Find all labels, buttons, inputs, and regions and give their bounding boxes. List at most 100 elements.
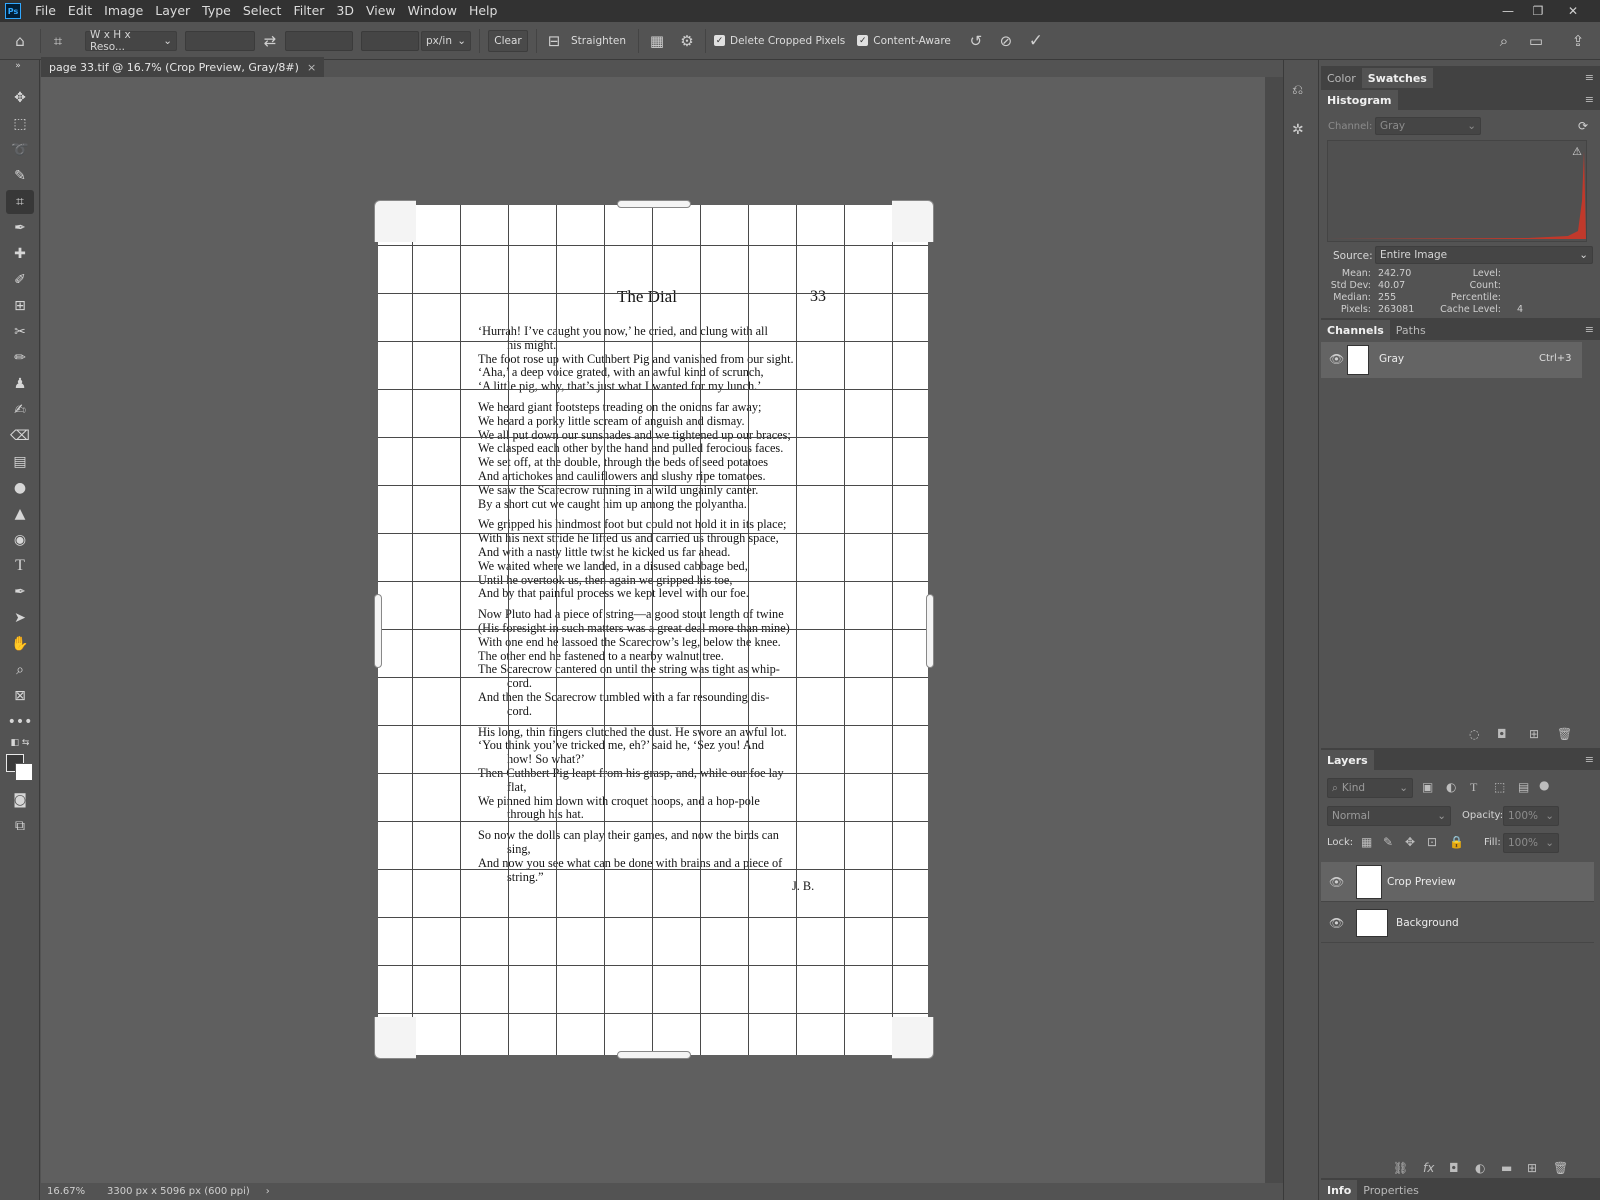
delete-channel-icon[interactable]: 🗑	[1557, 727, 1572, 741]
menu-select[interactable]: Select	[237, 0, 288, 22]
fill-input[interactable]: 100% ⌄	[1503, 833, 1559, 853]
units-dropdown[interactable]: px/in ⌄	[421, 30, 471, 51]
art-brush-tool-icon[interactable]: ✍	[6, 398, 34, 422]
panel-menu-icon[interactable]: ≡	[1585, 323, 1594, 336]
pencil-tool-icon[interactable]: ✏	[6, 346, 34, 370]
reset-crop-icon[interactable]: ↺	[961, 32, 991, 50]
gear-icon[interactable]: ⚙	[673, 32, 701, 50]
marquee-tool-icon[interactable]: ⬚	[6, 112, 34, 136]
lock-artboard-icon[interactable]: ⊡	[1427, 835, 1437, 849]
tab-channels[interactable]: Channels	[1321, 320, 1390, 340]
restore-icon[interactable]: ❐	[1523, 0, 1553, 22]
swap-icon[interactable]: ⇄	[255, 32, 285, 50]
delete-cropped-pixels-checkbox[interactable]: ✓ Delete Cropped Pixels	[714, 35, 845, 47]
dodge-tool-icon[interactable]: ◉	[6, 528, 34, 552]
ratio-dropdown[interactable]: W x H x Reso... ⌄	[85, 29, 177, 53]
panel-menu-icon[interactable]: ≡	[1585, 753, 1594, 766]
tab-swatches[interactable]: Swatches	[1361, 68, 1433, 88]
background-color-swatch[interactable]	[15, 763, 33, 781]
close-tab-icon[interactable]: ×	[307, 61, 316, 74]
layer-row-crop-preview[interactable]: 👁 Crop Preview	[1321, 862, 1594, 902]
default-colors-icon[interactable]: ◧ ⇆	[6, 736, 34, 750]
path-selection-tool-icon[interactable]: ➤	[6, 606, 34, 630]
sharpen-tool-icon[interactable]: ▲	[6, 502, 34, 526]
type-tool-icon[interactable]: T	[6, 554, 34, 578]
crop-handle-left[interactable]	[374, 594, 382, 668]
lock-pixels-icon[interactable]: ✎	[1383, 835, 1393, 849]
layer-row-background[interactable]: 👁 Background	[1321, 903, 1594, 943]
visibility-eye-icon[interactable]: 👁	[1329, 875, 1344, 889]
new-group-icon[interactable]: ▬	[1501, 1161, 1512, 1175]
crop-tool-preset-icon[interactable]: ⌗	[41, 32, 75, 50]
healing-brush-tool-icon[interactable]: ✚	[6, 242, 34, 266]
quick-selection-tool-icon[interactable]: ✎	[6, 164, 34, 188]
menu-type[interactable]: Type	[196, 0, 237, 22]
expand-toolbar-icon[interactable]: »	[4, 60, 32, 72]
straighten-icon[interactable]: ⊟	[541, 32, 567, 50]
new-channel-icon[interactable]: ⊞	[1529, 727, 1539, 741]
new-layer-icon[interactable]: ⊞	[1527, 1161, 1537, 1175]
type-layer-filter-icon[interactable]: T	[1470, 780, 1477, 795]
opacity-input[interactable]: 100% ⌄	[1503, 806, 1559, 826]
pixel-layer-filter-icon[interactable]: ▣	[1422, 780, 1433, 794]
blur-tool-icon[interactable]: ●	[6, 476, 34, 500]
crop-width-input[interactable]	[185, 30, 255, 51]
save-selection-icon[interactable]: ◘	[1497, 727, 1507, 741]
tab-properties[interactable]: Properties	[1357, 1180, 1425, 1200]
adjustment-layer-filter-icon[interactable]: ◐	[1446, 780, 1456, 794]
visibility-eye-icon[interactable]: 👁	[1329, 352, 1344, 366]
crop-handle-top-left[interactable]	[374, 200, 416, 242]
adjustment-layer-icon[interactable]: ◐	[1475, 1161, 1485, 1175]
crop-handle-top[interactable]	[617, 200, 691, 208]
clone-stamp-tool-icon[interactable]: ⊞	[6, 294, 34, 318]
panel-menu-icon[interactable]: ≡	[1585, 93, 1594, 106]
search-icon[interactable]: ⌕	[1494, 32, 1514, 50]
straighten-label[interactable]: Straighten	[571, 35, 626, 47]
more-tools-icon[interactable]: •••	[6, 710, 34, 734]
lock-all-icon[interactable]: 🔒	[1449, 835, 1464, 849]
menu-edit[interactable]: Edit	[62, 0, 98, 22]
workspace-icon[interactable]: ▭	[1526, 32, 1546, 50]
shape-layer-filter-icon[interactable]: ⬚	[1494, 780, 1505, 794]
menu-layer[interactable]: Layer	[149, 0, 196, 22]
layer-filter-kind-dropdown[interactable]: ⌕ Kind ⌄	[1327, 778, 1413, 798]
close-icon[interactable]: ✕	[1558, 0, 1588, 22]
visibility-eye-icon[interactable]: 👁	[1329, 916, 1344, 930]
tab-info[interactable]: Info	[1321, 1180, 1358, 1200]
navigator-panel-icon[interactable]: ✲	[1292, 122, 1304, 138]
layer-name[interactable]: Background	[1396, 917, 1459, 929]
layer-style-icon[interactable]: fx	[1423, 1161, 1434, 1175]
smart-object-filter-icon[interactable]: ▤	[1518, 780, 1529, 794]
zoom-level[interactable]: 16.67%	[41, 1186, 97, 1197]
menu-window[interactable]: Window	[402, 0, 463, 22]
document-tab[interactable]: page 33.tif @ 16.7% (Crop Preview, Gray/…	[41, 57, 325, 77]
clear-button[interactable]: Clear	[488, 29, 528, 52]
history-panel-icon[interactable]: ⎌	[1292, 82, 1303, 98]
share-icon[interactable]: ⇪	[1568, 32, 1588, 50]
channel-row-gray[interactable]: 👁 Gray Ctrl+3	[1321, 342, 1582, 378]
tab-histogram[interactable]: Histogram	[1321, 90, 1398, 110]
refresh-icon[interactable]: ⟳	[1578, 119, 1588, 133]
filter-toggle-icon[interactable]: ●	[1539, 778, 1549, 792]
overlay-grid-icon[interactable]: ▦	[643, 32, 671, 50]
load-selection-icon[interactable]: ◌	[1469, 727, 1479, 741]
link-layers-icon[interactable]: ⛓	[1393, 1161, 1408, 1175]
hand-tool-icon[interactable]: ✋	[6, 632, 34, 656]
tab-paths[interactable]: Paths	[1390, 320, 1432, 340]
quick-mask-icon[interactable]: ◙	[6, 788, 34, 812]
gradient-tool-icon[interactable]: ▤	[6, 450, 34, 474]
blend-mode-dropdown[interactable]: Normal ⌄	[1327, 806, 1451, 826]
frame-tool-icon[interactable]: ⊠	[6, 684, 34, 708]
menu-3d[interactable]: 3D	[330, 0, 360, 22]
tab-layers[interactable]: Layers	[1321, 750, 1374, 770]
delete-layer-icon[interactable]: 🗑	[1553, 1161, 1568, 1175]
screen-mode-icon[interactable]: ⧉	[6, 814, 34, 838]
cancel-crop-icon[interactable]: ⊘	[991, 32, 1021, 50]
brush-tool-icon[interactable]: ✐	[6, 268, 34, 292]
lock-transparent-icon[interactable]: ▦	[1361, 835, 1372, 849]
history-brush-tool-icon[interactable]: ✂	[6, 320, 34, 344]
resolution-input[interactable]	[361, 30, 419, 51]
vertical-scrollbar[interactable]	[1265, 77, 1283, 1183]
crop-handle-bottom[interactable]	[617, 1051, 691, 1059]
pen-tool-icon[interactable]: ✒	[6, 580, 34, 604]
